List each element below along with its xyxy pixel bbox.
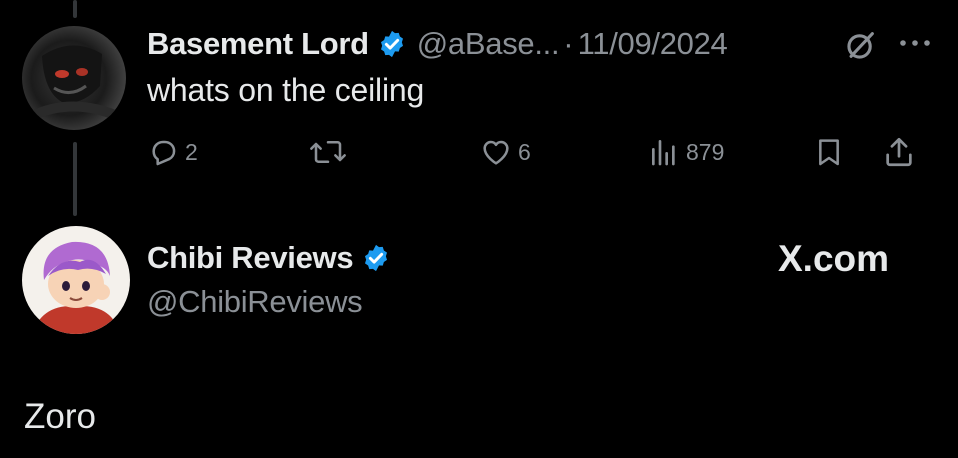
- display-name[interactable]: Chibi Reviews: [147, 240, 354, 276]
- x-com-brand: X.com: [778, 236, 889, 282]
- reply-author-row: Chibi Reviews: [147, 236, 391, 280]
- reply-icon: [152, 140, 176, 166]
- tweet-text: whats on the ceiling: [147, 72, 425, 108]
- thread-line-top: [73, 0, 77, 18]
- reply-button[interactable]: 2: [147, 134, 198, 170]
- bookmark-icon: [819, 139, 839, 166]
- reply-text: Zoro: [24, 397, 96, 436]
- retweet-button[interactable]: [308, 134, 354, 170]
- share-button[interactable]: [882, 134, 916, 170]
- views-icon: [652, 140, 675, 166]
- grok-icon[interactable]: [844, 28, 878, 62]
- handle[interactable]: @aBase...: [417, 26, 560, 62]
- thread-line-bottom: [73, 142, 77, 216]
- views-count: 879: [686, 138, 725, 165]
- share-icon: [886, 137, 912, 167]
- like-button[interactable]: 6: [480, 134, 531, 170]
- retweet-icon: [310, 141, 346, 164]
- views-button[interactable]: 879: [648, 134, 724, 170]
- dark-skull-avatar-icon: [22, 26, 126, 130]
- heart-icon: [483, 140, 509, 165]
- more-options-icon[interactable]: [896, 32, 934, 54]
- like-count: 6: [518, 138, 531, 165]
- handle[interactable]: @ChibiReviews: [147, 284, 363, 320]
- bookmark-button[interactable]: [813, 134, 845, 170]
- chibi-character-avatar-icon: [22, 226, 130, 334]
- separator-dot: ·: [563, 26, 574, 61]
- brand-text: X.com: [778, 238, 890, 279]
- avatar[interactable]: [22, 26, 126, 130]
- display-name[interactable]: Basement Lord: [147, 26, 369, 62]
- reply-count: 2: [185, 138, 198, 165]
- timestamp[interactable]: 11/09/2024: [578, 26, 728, 62]
- avatar[interactable]: [22, 226, 130, 334]
- verified-badge-icon: [365, 244, 388, 272]
- verified-badge-icon: [380, 30, 403, 58]
- tweet-author-row: Basement Lord @aBase... · 11/09/2024: [147, 22, 728, 66]
